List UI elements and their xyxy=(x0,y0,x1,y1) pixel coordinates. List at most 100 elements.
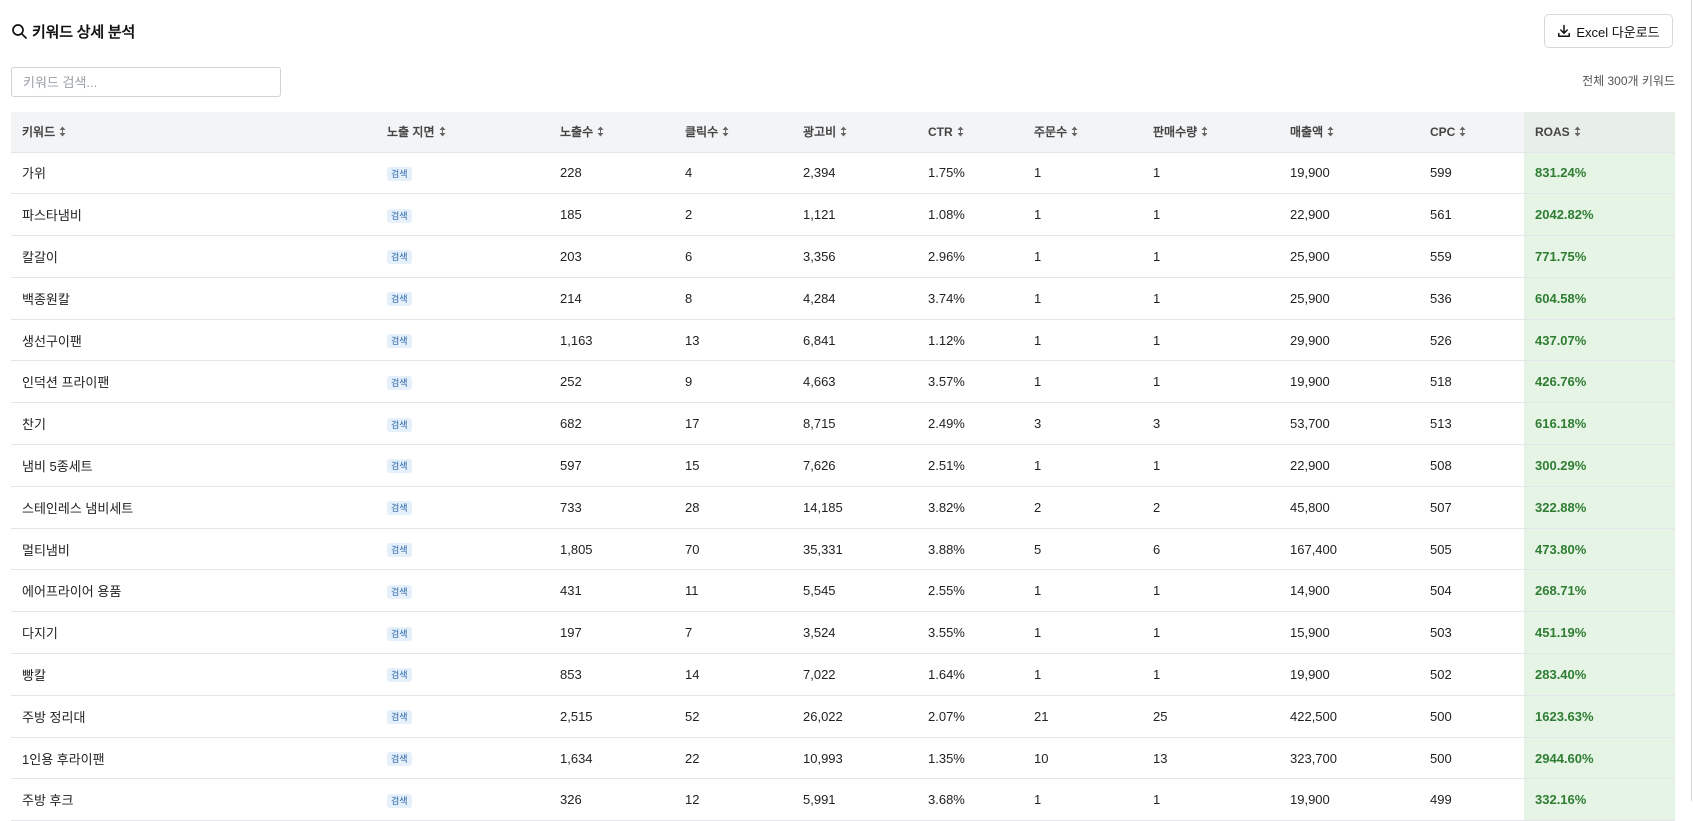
table-row[interactable]: 1인용 후라이팬 검색 1,634 22 10,993 1.35% 10 13 323,700 5… xyxy=(11,737,1675,780)
column-header-label: 판매수량 xyxy=(1153,125,1198,140)
cell-keyword: 빵칼 xyxy=(11,653,376,696)
cell-roas: 332.16% xyxy=(1524,778,1675,821)
table-row[interactable]: 칼갈이 검색 203 6 3,356 2.96% 1 1 25,900 559 771.75% xyxy=(11,235,1675,278)
table-row[interactable]: 에어프라이어 용품 검색 431 11 5,545 2.55% 1 1 14,900 504 268… xyxy=(11,569,1675,613)
cell-clicks: 12 xyxy=(674,778,792,821)
column-header-orders[interactable]: 주문수 xyxy=(1023,112,1142,153)
sort-icon[interactable] xyxy=(59,126,66,137)
cell-units-sold: 1 xyxy=(1142,152,1279,195)
cell-keyword: 생선구이팬 xyxy=(11,319,376,362)
cell-ad-cost: 26,022 xyxy=(792,695,917,738)
placement-badge: 검색 xyxy=(387,752,412,767)
sort-icon[interactable] xyxy=(1459,126,1466,137)
cell-placement: 검색 xyxy=(376,402,549,446)
cell-roas: 771.75% xyxy=(1524,235,1675,278)
column-header-cpc[interactable]: CPC xyxy=(1419,112,1524,153)
cell-impressions: 252 xyxy=(549,360,674,404)
cell-keyword: 인덕션 프라이팬 xyxy=(11,360,376,404)
cell-placement: 검색 xyxy=(376,444,549,487)
column-header-ad-cost[interactable]: 광고비 xyxy=(792,112,917,153)
sort-icon[interactable] xyxy=(1574,126,1581,137)
cell-ad-cost: 4,663 xyxy=(792,360,917,404)
keyword-search-input[interactable] xyxy=(11,67,281,97)
sort-icon[interactable] xyxy=(1327,126,1334,137)
cell-ad-cost: 7,022 xyxy=(792,653,917,696)
cell-clicks: 52 xyxy=(674,695,792,738)
cell-units-sold: 1 xyxy=(1142,653,1279,696)
cell-impressions: 214 xyxy=(549,277,674,320)
column-header-label: 노출수 xyxy=(560,125,594,140)
cell-units-sold: 2 xyxy=(1142,486,1279,529)
table-row[interactable]: 빵칼 검색 853 14 7,022 1.64% 1 1 19,900 502 283.40% xyxy=(11,653,1675,696)
cell-orders: 1 xyxy=(1023,319,1142,362)
cell-impressions: 1,163 xyxy=(549,319,674,362)
table-row[interactable]: 백종원칼 검색 214 8 4,284 3.74% 1 1 25,900 536 604.58% xyxy=(11,277,1675,320)
column-header-label: 매출액 xyxy=(1290,125,1324,140)
table-row[interactable]: 멀티냄비 검색 1,805 70 35,331 3.88% 5 6 167,400 505 473.… xyxy=(11,528,1675,571)
cell-orders: 5 xyxy=(1023,528,1142,571)
column-header-impressions[interactable]: 노출수 xyxy=(549,112,674,153)
column-header-keyword[interactable]: 키워드 xyxy=(11,112,376,153)
cell-orders: 1 xyxy=(1023,653,1142,696)
cell-ctr: 2.49% xyxy=(917,402,1023,446)
table-row[interactable]: 다지기 검색 197 7 3,524 3.55% 1 1 15,900 503 451.19% xyxy=(11,611,1675,655)
cell-roas: 2944.60% xyxy=(1524,737,1675,780)
cell-placement: 검색 xyxy=(376,611,549,655)
cell-keyword: 찬기 xyxy=(11,402,376,446)
cell-cpc: 526 xyxy=(1419,319,1524,362)
cell-units-sold: 1 xyxy=(1142,235,1279,278)
cell-units-sold: 1 xyxy=(1142,277,1279,320)
sort-icon[interactable] xyxy=(722,126,729,137)
cell-revenue: 53,700 xyxy=(1279,402,1419,446)
column-header-label: 클릭수 xyxy=(685,125,719,140)
cell-cpc: 518 xyxy=(1419,360,1524,404)
cell-units-sold: 1 xyxy=(1142,444,1279,487)
column-header-roas[interactable]: ROAS xyxy=(1524,112,1675,153)
cell-ad-cost: 10,993 xyxy=(792,737,917,780)
cell-units-sold: 1 xyxy=(1142,193,1279,237)
cell-clicks: 7 xyxy=(674,611,792,655)
cell-orders: 2 xyxy=(1023,486,1142,529)
cell-revenue: 25,900 xyxy=(1279,277,1419,320)
cell-ad-cost: 5,991 xyxy=(792,778,917,821)
table-row[interactable]: 찬기 검색 682 17 8,715 2.49% 3 3 53,700 513 616.18% xyxy=(11,402,1675,446)
column-header-ctr[interactable]: CTR xyxy=(917,112,1023,153)
table-row[interactable]: 인덕션 프라이팬 검색 252 9 4,663 3.57% 1 1 19,900 518 426.7… xyxy=(11,360,1675,404)
table-row[interactable]: 파스타냄비 검색 185 2 1,121 1.08% 1 1 22,900 561 2042.82% xyxy=(11,193,1675,237)
table-row[interactable]: 생선구이팬 검색 1,163 13 6,841 1.12% 1 1 29,900 526 437.0… xyxy=(11,319,1675,362)
cell-revenue: 14,900 xyxy=(1279,569,1419,613)
column-header-units-sold[interactable]: 판매수량 xyxy=(1142,112,1279,153)
sort-icon[interactable] xyxy=(1071,126,1078,137)
cell-clicks: 6 xyxy=(674,235,792,278)
cell-impressions: 597 xyxy=(549,444,674,487)
table-row[interactable]: 주방 후크 검색 326 12 5,991 3.68% 1 1 19,900 499 332.16% xyxy=(11,778,1675,821)
sort-icon[interactable] xyxy=(957,126,964,137)
cell-ad-cost: 8,715 xyxy=(792,402,917,446)
cell-clicks: 70 xyxy=(674,528,792,571)
sort-icon[interactable] xyxy=(597,126,604,137)
cell-impressions: 326 xyxy=(549,778,674,821)
cell-revenue: 45,800 xyxy=(1279,486,1419,529)
cell-ctr: 1.12% xyxy=(917,319,1023,362)
table-row[interactable]: 주방 정리대 검색 2,515 52 26,022 2.07% 21 25 422,500 500… xyxy=(11,695,1675,738)
cell-units-sold: 6 xyxy=(1142,528,1279,571)
column-header-placement[interactable]: 노출 지면 xyxy=(376,112,549,153)
column-header-clicks[interactable]: 클릭수 xyxy=(674,112,792,153)
sort-icon[interactable] xyxy=(840,126,847,137)
table-row[interactable]: 가위 검색 228 4 2,394 1.75% 1 1 19,900 599 831.24% xyxy=(11,152,1675,195)
cell-orders: 1 xyxy=(1023,193,1142,237)
table-row[interactable]: 냄비 5종세트 검색 597 15 7,626 2.51% 1 1 22,900 508 300.2… xyxy=(11,444,1675,487)
cell-ctr: 2.96% xyxy=(917,235,1023,278)
sort-icon[interactable] xyxy=(439,126,446,137)
cell-keyword: 다지기 xyxy=(11,611,376,655)
table-row[interactable]: 스테인레스 냄비세트 검색 733 28 14,185 3.82% 2 2 45,800 507 3… xyxy=(11,486,1675,529)
column-header-label: CPC xyxy=(1430,124,1456,139)
cell-impressions: 185 xyxy=(549,193,674,237)
sort-icon[interactable] xyxy=(1201,126,1208,137)
excel-download-button[interactable]: Excel 다운로드 xyxy=(1544,14,1673,48)
cell-revenue: 19,900 xyxy=(1279,653,1419,696)
cell-clicks: 15 xyxy=(674,444,792,487)
placement-badge: 검색 xyxy=(387,459,412,474)
cell-ctr: 3.88% xyxy=(917,528,1023,571)
column-header-revenue[interactable]: 매출액 xyxy=(1279,112,1419,153)
